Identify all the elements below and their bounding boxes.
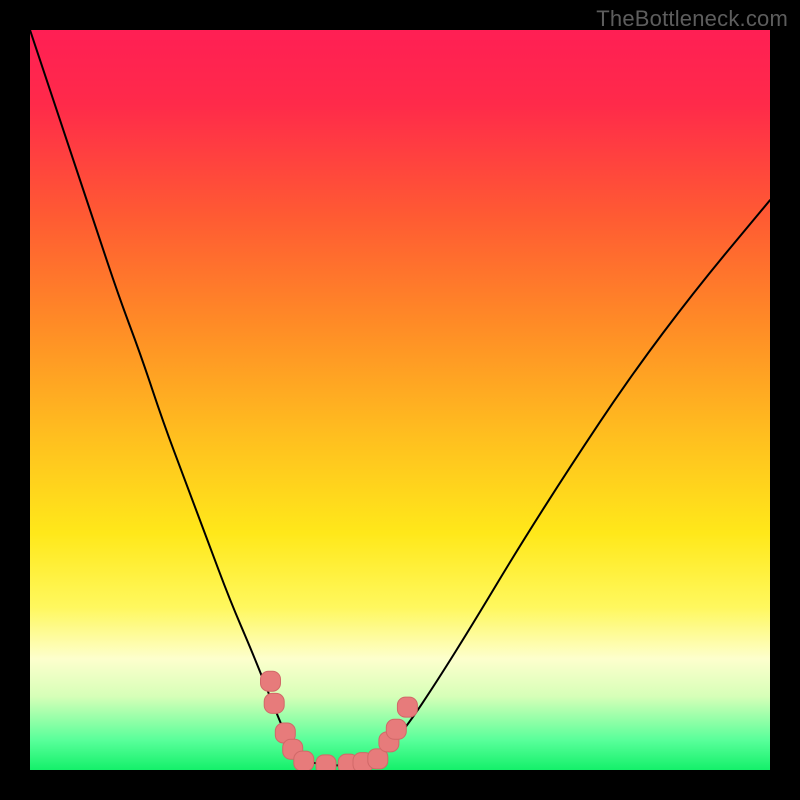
gradient-background bbox=[30, 30, 770, 770]
chart-frame: TheBottleneck.com bbox=[0, 0, 800, 800]
watermark-text: TheBottleneck.com bbox=[596, 6, 788, 32]
plot-area bbox=[30, 30, 770, 770]
